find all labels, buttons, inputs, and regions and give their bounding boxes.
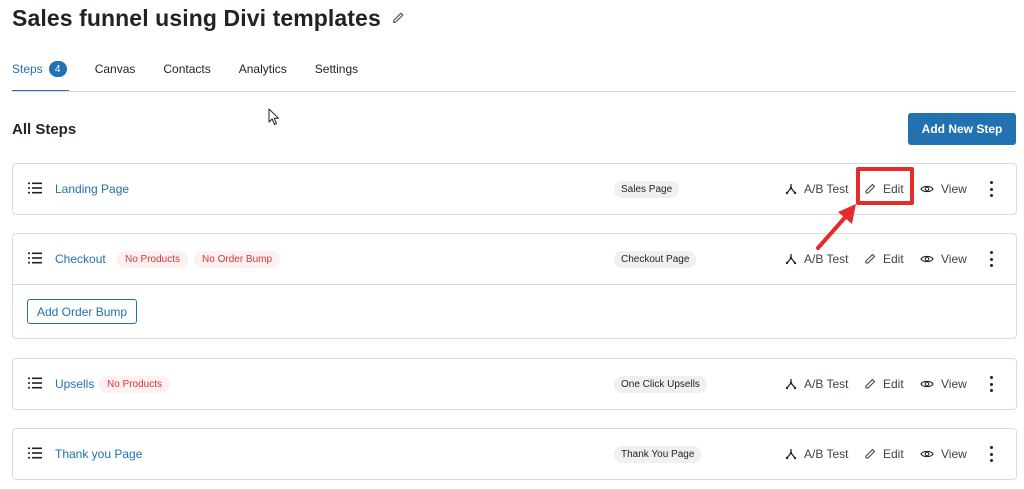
ab-test-button[interactable]: A/B Test [785, 447, 848, 461]
view-label: View [941, 447, 967, 461]
eye-icon [920, 255, 934, 263]
ab-test-button[interactable]: A/B Test [785, 252, 848, 266]
pencil-icon [865, 378, 876, 389]
tab-bar: Steps 4 Canvas Contacts Analytics Settin… [12, 58, 386, 92]
step-type-badge: Sales Page [614, 180, 680, 198]
more-options-icon[interactable] [988, 251, 994, 267]
more-options-icon[interactable] [988, 376, 994, 392]
ab-test-label: A/B Test [804, 252, 849, 266]
tab-label: Steps [12, 62, 43, 76]
eye-icon [920, 380, 934, 388]
pencil-icon[interactable] [391, 11, 405, 25]
step-name-link[interactable]: Thank you Page [55, 447, 142, 461]
section-title: All Steps [12, 121, 77, 138]
no-products-badge: No Products [99, 375, 171, 393]
more-options-icon[interactable] [988, 181, 994, 197]
drag-handle-icon[interactable] [28, 182, 42, 194]
step-name-link[interactable]: Checkout [55, 252, 106, 266]
step-type-badge: Checkout Page [614, 250, 697, 268]
drag-handle-icon[interactable] [28, 447, 42, 459]
ab-test-label: A/B Test [804, 447, 849, 461]
view-button[interactable]: View [920, 447, 967, 461]
ab-test-label: A/B Test [804, 377, 849, 391]
ab-test-icon [785, 449, 797, 460]
ab-test-icon [785, 184, 797, 195]
eye-icon [920, 185, 934, 193]
edit-label: Edit [883, 377, 904, 391]
tabs-divider [12, 91, 1016, 92]
eye-icon [920, 450, 934, 458]
tab-canvas[interactable]: Canvas [95, 58, 136, 92]
edit-label: Edit [883, 447, 904, 461]
step-card: Checkout No Products No Order Bump Check… [12, 233, 1017, 339]
mouse-cursor-icon [268, 108, 279, 125]
view-label: View [941, 182, 967, 196]
view-button[interactable]: View [920, 252, 967, 266]
ab-test-label: A/B Test [804, 182, 849, 196]
step-type-badge: Thank You Page [614, 445, 702, 463]
drag-handle-icon[interactable] [28, 252, 42, 264]
tab-analytics[interactable]: Analytics [239, 58, 287, 92]
no-order-bump-badge: No Order Bump [194, 250, 281, 268]
edit-button[interactable]: Edit [864, 447, 904, 461]
tab-label: Contacts [163, 62, 211, 76]
view-button[interactable]: View [920, 182, 967, 196]
edit-highlight-box [856, 167, 914, 205]
page-title: Sales funnel using Divi templates [12, 4, 381, 31]
view-label: View [941, 252, 967, 266]
tab-label: Analytics [238, 62, 287, 76]
ab-test-button[interactable]: A/B Test [785, 182, 848, 196]
view-label: View [941, 377, 967, 391]
steps-count-badge: 4 [48, 61, 67, 77]
tab-contacts[interactable]: Contacts [163, 58, 210, 92]
edit-button[interactable]: Edit [864, 252, 904, 266]
ab-test-button[interactable]: A/B Test [785, 377, 848, 391]
add-order-bump-button[interactable]: Add Order Bump [27, 299, 138, 324]
tab-settings[interactable]: Settings [315, 58, 358, 92]
tab-steps[interactable]: Steps 4 [12, 58, 69, 92]
edit-label: Edit [883, 252, 904, 266]
step-tags: No Products No Order Bump [117, 250, 281, 268]
step-tags: No Products [99, 375, 171, 393]
step-card: Thank you Page Thank You Page A/B Test E… [12, 428, 1017, 480]
step-type-badge: One Click Upsells [614, 375, 707, 393]
ab-test-icon [785, 254, 797, 265]
pencil-icon [865, 253, 876, 264]
step-name-link[interactable]: Upsells [55, 377, 94, 391]
ab-test-icon [785, 379, 797, 390]
tab-label: Canvas [94, 62, 136, 76]
step-name-link[interactable]: Landing Page [55, 182, 129, 196]
more-options-icon[interactable] [988, 446, 994, 462]
no-products-badge: No Products [117, 250, 189, 268]
edit-button[interactable]: Edit [864, 377, 904, 391]
page-header: Sales funnel using Divi templates [12, 4, 405, 32]
tab-label: Settings [314, 62, 359, 76]
drag-handle-icon[interactable] [28, 377, 42, 389]
pencil-icon [865, 448, 876, 459]
view-button[interactable]: View [920, 377, 967, 391]
add-new-step-button[interactable]: Add New Step [908, 113, 1016, 145]
step-card: Upsells No Products One Click Upsells A/… [12, 358, 1017, 410]
red-arrow-icon [816, 204, 856, 250]
